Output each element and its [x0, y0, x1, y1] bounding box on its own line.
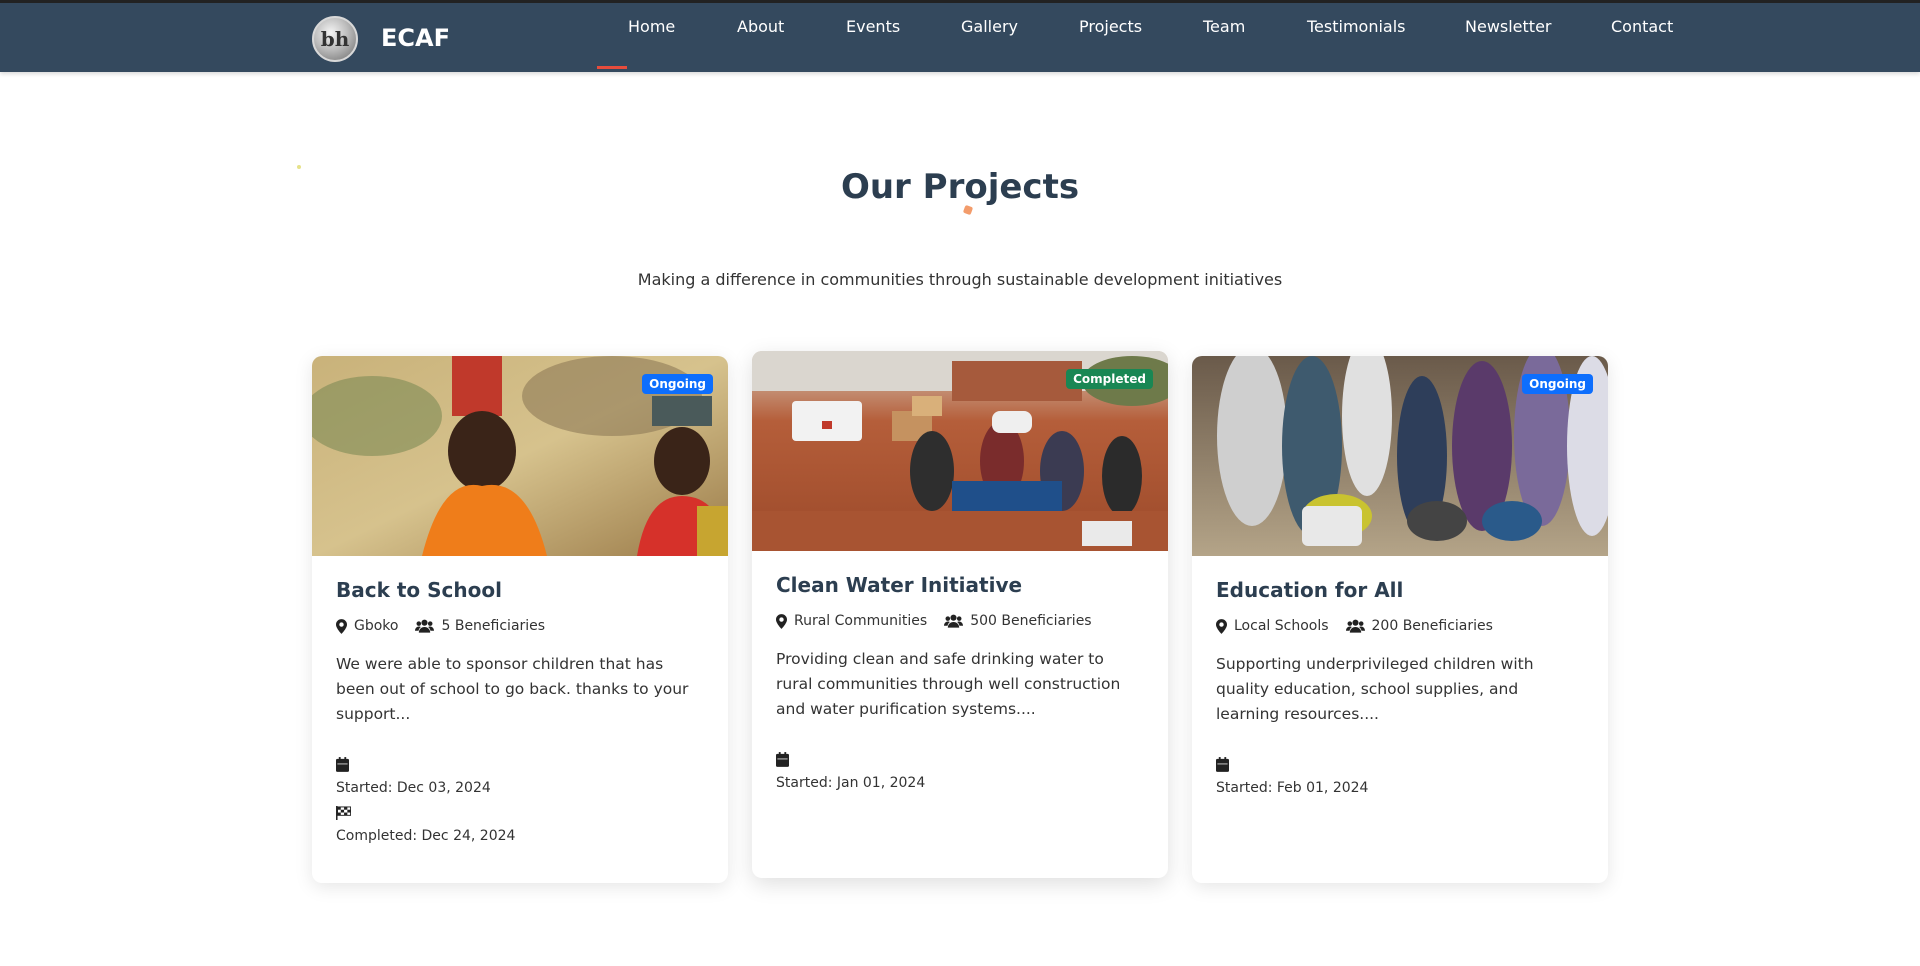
project-location: Local Schools	[1234, 618, 1329, 634]
logo-text: bh	[320, 27, 350, 51]
project-title[interactable]: Clean Water Initiative	[776, 573, 1144, 597]
project-meta: Rural Communities 500 Beneficiaries	[776, 613, 1144, 629]
status-badge: Ongoing	[642, 374, 713, 394]
nav-events[interactable]: Events	[846, 17, 900, 36]
section-title: Our Projects	[840, 167, 1080, 207]
users-icon	[415, 619, 435, 633]
navbar-top-border	[0, 0, 1920, 3]
nav-about[interactable]: About	[737, 17, 784, 36]
project-image: Ongoing	[312, 356, 728, 556]
nav-team[interactable]: Team	[1203, 17, 1245, 36]
status-badge: Ongoing	[1522, 374, 1593, 394]
project-description: We were able to sponsor children that ha…	[336, 655, 689, 723]
status-badge: Completed	[1066, 369, 1153, 389]
navbar: bh ECAF Home About Events Gallery Projec…	[0, 0, 1920, 72]
project-description: Supporting underprivileged children with…	[1216, 655, 1534, 723]
users-icon	[1345, 619, 1365, 633]
nav-testimonials[interactable]: Testimonials	[1307, 17, 1406, 36]
map-pin-icon	[1216, 618, 1227, 634]
project-description: Providing clean and safe drinking water …	[776, 650, 1121, 718]
project-card-clean-water[interactable]: Completed Clean Water Initiative Rural C…	[752, 351, 1168, 878]
calendar-icon	[1216, 757, 1229, 772]
project-location: Rural Communities	[794, 613, 928, 629]
project-location: Gboko	[354, 618, 399, 634]
project-image: Ongoing	[1192, 356, 1608, 556]
calendar-icon	[336, 757, 349, 772]
section-subtitle: Making a difference in communities throu…	[637, 270, 1283, 289]
nav-contact[interactable]: Contact	[1611, 17, 1673, 36]
calendar-icon	[776, 752, 789, 767]
nav-newsletter[interactable]: Newsletter	[1465, 17, 1552, 36]
decorative-shape	[962, 204, 974, 216]
logo[interactable]: bh	[312, 16, 358, 62]
nav-projects[interactable]: Projects	[1079, 17, 1142, 36]
users-icon	[944, 614, 964, 628]
project-meta: Local Schools 200 Beneficiaries	[1216, 618, 1584, 634]
project-meta: Gboko 5 Beneficiaries	[336, 618, 704, 634]
project-start-date: Started: Jan 01, 2024	[776, 775, 926, 791]
brand-name[interactable]: ECAF	[381, 24, 450, 52]
nav-active-indicator	[597, 66, 627, 69]
project-beneficiaries: 5 Beneficiaries	[441, 618, 546, 634]
project-card-education-for-all[interactable]: Ongoing Education for All Local Schools …	[1192, 356, 1608, 883]
project-title[interactable]: Education for All	[1216, 578, 1584, 602]
project-completed-date: Completed: Dec 24, 2024	[336, 828, 516, 844]
checkered-flag-icon	[336, 806, 351, 820]
project-image: Completed	[752, 351, 1168, 551]
project-card-back-to-school[interactable]: Ongoing Back to School Gboko 5 Beneficia…	[312, 356, 728, 883]
project-beneficiaries: 200 Beneficiaries	[1371, 618, 1493, 634]
project-title[interactable]: Back to School	[336, 578, 704, 602]
project-start-date: Started: Dec 03, 2024	[336, 780, 491, 796]
nav-home[interactable]: Home	[628, 17, 675, 36]
map-pin-icon	[776, 613, 787, 629]
map-pin-icon	[336, 618, 347, 634]
nav-gallery[interactable]: Gallery	[961, 17, 1018, 36]
project-beneficiaries: 500 Beneficiaries	[970, 613, 1092, 629]
project-start-date: Started: Feb 01, 2024	[1216, 780, 1369, 796]
